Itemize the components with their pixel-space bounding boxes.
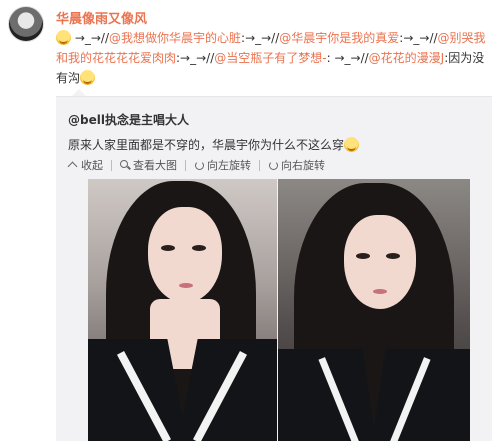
post-text-fragment: :→_→// — [399, 31, 438, 45]
photo-lips — [373, 289, 387, 294]
rotate-left-icon — [194, 160, 204, 170]
rotate-right-button[interactable]: 向右旋转 — [268, 157, 325, 173]
photo-left[interactable] — [88, 179, 277, 441]
toolbar-divider — [185, 159, 186, 171]
repost-author[interactable]: @bell执念是主唱大人 — [68, 111, 189, 128]
view-large-label: 查看大图 — [133, 159, 177, 172]
chevron-up-icon — [68, 160, 78, 170]
mention-link[interactable]: @华晨宇你是我的真爱 — [279, 31, 399, 45]
repost-caret — [72, 89, 86, 96]
repost-text-content: 原来人家里面都是不穿的，华晨宇你为什么不这么穿 — [68, 138, 345, 152]
post-text-fragment: →_→// — [71, 31, 110, 45]
post-text: →_→//@我想做你华晨宇的心脏:→_→//@华晨宇你是我的真爱:→_→//@别… — [56, 28, 496, 88]
photo-face — [148, 207, 222, 303]
photo-eye — [356, 253, 370, 259]
rotate-right-icon — [268, 160, 278, 170]
post-text-fragment: :→_→// — [176, 51, 215, 65]
rotate-left-button[interactable]: 向左旋转 — [194, 157, 251, 173]
rotate-left-label: 向左旋转 — [207, 159, 251, 172]
photo-right[interactable] — [278, 179, 470, 441]
grin-emoji-icon — [56, 30, 71, 45]
repost-text: 原来人家里面都是不穿的，华晨宇你为什么不这么穿 — [68, 136, 360, 153]
view-large-button[interactable]: 查看大图 — [120, 157, 177, 173]
mention-link[interactable]: @花花的漫漫J — [369, 51, 445, 65]
toolbar-divider — [111, 159, 112, 171]
collapse-label: 收起 — [81, 159, 103, 172]
repost-card: @bell执念是主唱大人 原来人家里面都是不穿的，华晨宇你为什么不这么穿 收起 … — [56, 96, 492, 441]
mention-link[interactable]: @当空瓶子有了梦想- — [214, 51, 326, 65]
user-avatar[interactable] — [8, 6, 44, 42]
laugh-emoji-icon — [80, 70, 96, 85]
photo-eye — [161, 245, 175, 251]
photo-lips — [179, 283, 193, 288]
photo-eye — [192, 245, 206, 251]
mention-link[interactable]: @我想做你华晨宇的心脏 — [109, 31, 241, 45]
image-toolbar: 收起 查看大图 向左旋转 向右旋转 — [68, 157, 325, 173]
post-username[interactable]: 华晨像雨又像风 — [56, 8, 147, 27]
photo-eye — [386, 253, 400, 259]
post-text-fragment: : →_→// — [326, 51, 369, 65]
collapse-button[interactable]: 收起 — [68, 157, 103, 173]
photo-face — [344, 215, 416, 309]
rotate-right-label: 向右旋转 — [281, 159, 325, 172]
post-text-fragment: :→_→// — [241, 31, 280, 45]
magnifier-icon — [120, 160, 130, 170]
smile-emoji-icon — [344, 137, 360, 152]
toolbar-divider — [259, 159, 260, 171]
